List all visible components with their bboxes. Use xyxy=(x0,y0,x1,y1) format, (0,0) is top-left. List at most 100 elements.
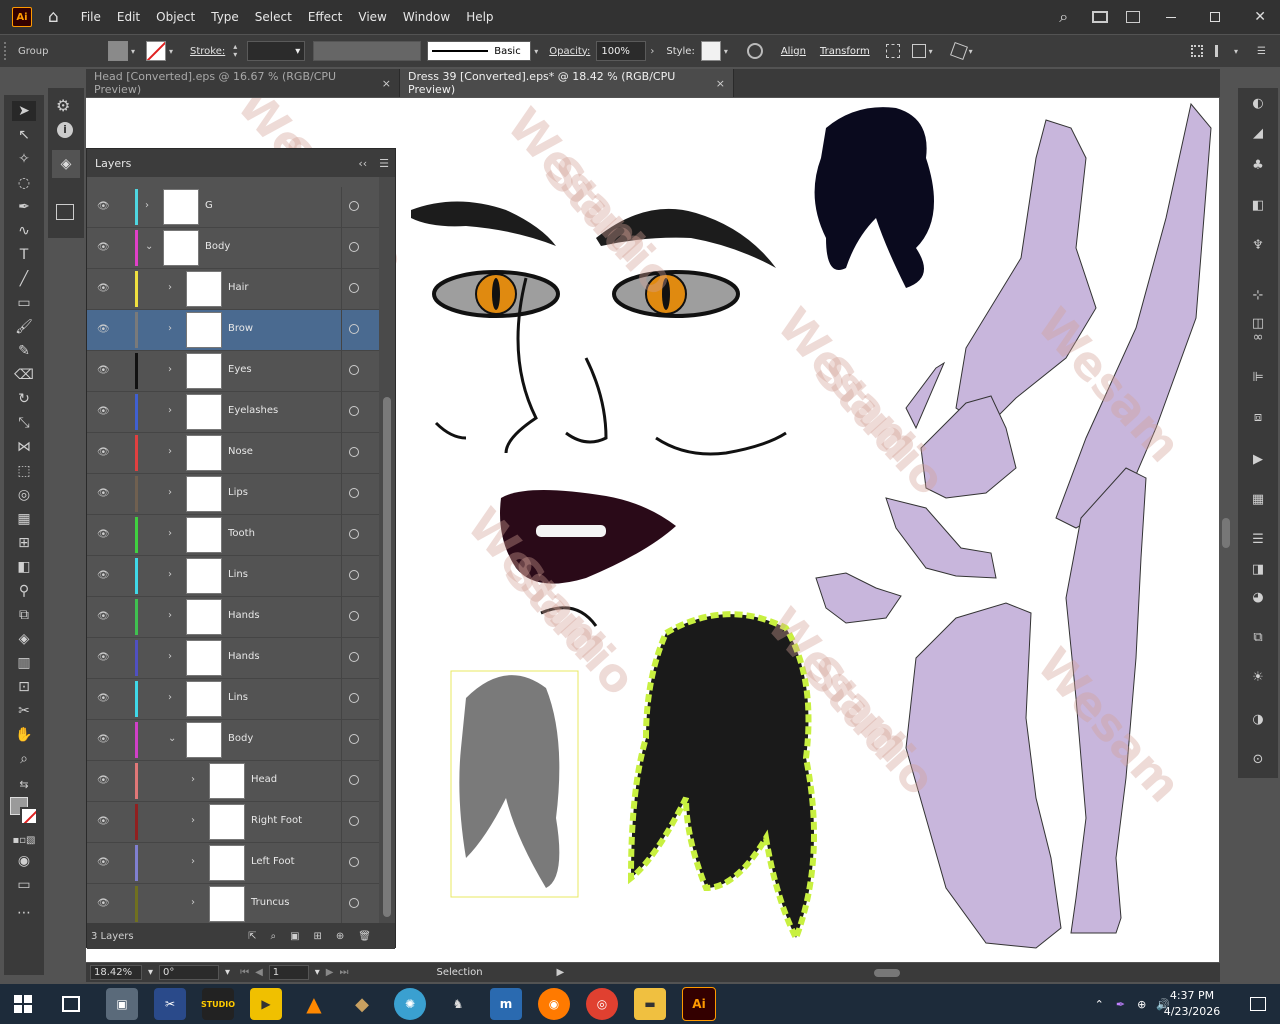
arrange-documents-icon[interactable] xyxy=(1092,11,1109,23)
opacity-field[interactable]: 100% xyxy=(596,41,647,61)
layers-tab[interactable]: Layers xyxy=(95,157,131,170)
layer-name[interactable]: Lins xyxy=(228,692,248,703)
chevron-down-icon[interactable]: ▾ xyxy=(315,967,320,978)
pen-tool-icon[interactable]: ✒ xyxy=(12,197,36,217)
draw-mode-icon[interactable]: ◉ xyxy=(12,851,36,871)
layer-name[interactable]: Truncus xyxy=(251,897,289,908)
menu-object[interactable]: Object xyxy=(148,10,203,24)
eyedropper-tool-icon[interactable]: ⚲ xyxy=(12,581,36,601)
info-icon[interactable]: i xyxy=(57,122,73,138)
new-sublayer-icon[interactable]: ⊞ xyxy=(314,931,322,942)
layer-name[interactable]: Eyelashes xyxy=(228,405,278,416)
hand-tool-icon[interactable]: ✋ xyxy=(12,725,36,745)
canvas-scrollbar-horizontal[interactable] xyxy=(578,967,1220,979)
tab-dress-document[interactable]: Dress 39 [Converted].eps* @ 18.42 % (RGB… xyxy=(400,69,734,97)
player-app-icon[interactable]: ▶ xyxy=(250,988,282,1020)
panel-menu-icon[interactable]: ☰ xyxy=(379,157,389,170)
layer-target-icon[interactable] xyxy=(349,447,359,457)
layers-scrollbar[interactable] xyxy=(379,177,395,929)
links-icon[interactable]: ∞ xyxy=(1246,328,1270,348)
gear-icon[interactable]: ⚙ xyxy=(56,96,70,115)
menu-edit[interactable]: Edit xyxy=(109,10,148,24)
layer-row[interactable]: 👁 › Lins xyxy=(87,679,379,720)
symbol-sprayer-icon[interactable]: ◈ xyxy=(12,629,36,649)
search-icon[interactable]: ⌕ xyxy=(1059,7,1068,27)
fill-stroke-swatches[interactable] xyxy=(10,797,40,827)
store-app-icon[interactable]: m xyxy=(490,988,522,1020)
chevron-right-icon[interactable]: › xyxy=(168,569,172,580)
media-app-icon[interactable]: ♞ xyxy=(442,988,474,1020)
align-panel-icon[interactable]: ⊫ xyxy=(1246,368,1270,388)
chrome-icon[interactable]: ◎ xyxy=(586,988,618,1020)
scale-tool-icon[interactable]: ⤡ xyxy=(12,413,36,433)
layer-target-icon[interactable] xyxy=(349,488,359,498)
windows-start-icon[interactable] xyxy=(14,995,32,1013)
clipping-mask-icon[interactable]: ▣ xyxy=(290,931,299,942)
chevron-right-icon[interactable]: › xyxy=(191,815,195,826)
layer-name[interactable]: Tooth xyxy=(228,528,255,539)
export-icon[interactable]: ⇱ xyxy=(248,931,256,942)
layer-target-icon[interactable] xyxy=(349,365,359,375)
chevron-right-icon[interactable]: › xyxy=(168,692,172,703)
chevron-right-icon[interactable]: › xyxy=(168,446,172,457)
align-link[interactable]: Align xyxy=(781,46,806,57)
menu-help[interactable]: Help xyxy=(458,10,501,24)
layer-row[interactable]: 👁 › Left Foot xyxy=(87,843,379,884)
zoom-tool-icon[interactable]: ⌕ xyxy=(12,749,36,769)
layer-row[interactable]: 👁 › Head xyxy=(87,761,379,802)
distribute-icon[interactable] xyxy=(1215,45,1227,57)
chevron-down-icon[interactable]: ▾ xyxy=(1231,47,1241,56)
graph-tool-icon[interactable]: ▥ xyxy=(12,653,36,673)
opacity-arrow-icon[interactable]: › xyxy=(650,46,654,57)
gradient-tool-icon[interactable]: ◧ xyxy=(12,557,36,577)
transform-panel-icon[interactable]: ⊹ xyxy=(1246,286,1270,306)
brush-definition-field[interactable]: Basic xyxy=(427,41,532,61)
layer-row[interactable]: 👁 ⌄ Body xyxy=(87,720,379,761)
isolate-group-icon[interactable] xyxy=(885,44,900,58)
color-guide-icon[interactable]: ◢ xyxy=(1246,124,1270,144)
layer-target-icon[interactable] xyxy=(349,775,359,785)
next-artboard-icon[interactable]: ▶ xyxy=(326,967,334,978)
chevron-right-icon[interactable]: › xyxy=(168,610,172,621)
layer-row[interactable]: 👁 ⌄ Body xyxy=(87,228,379,269)
chevron-right-icon[interactable]: › xyxy=(191,897,195,908)
previous-artboard-icon[interactable]: ◀ xyxy=(255,967,263,978)
connectivity-app-icon[interactable]: ✺ xyxy=(394,988,426,1020)
eraser-tool-icon[interactable]: ⌫ xyxy=(12,365,36,385)
graphic-styles-icon[interactable]: ◑ xyxy=(1246,710,1270,730)
direct-selection-tool-icon[interactable]: ↖ xyxy=(12,125,36,145)
chevron-down-icon[interactable]: ▾ xyxy=(531,47,541,56)
layer-row[interactable]: 👁 › Right Foot xyxy=(87,802,379,843)
close-window-icon[interactable]: ✕ xyxy=(1254,9,1266,25)
layer-name[interactable]: Lips xyxy=(228,487,248,498)
layer-name[interactable]: Body xyxy=(228,733,253,744)
layer-name[interactable]: Hands xyxy=(228,651,260,662)
pathfinder-squares-icon[interactable]: ⧈ xyxy=(1246,408,1270,428)
layer-row[interactable]: 👁 › Hands xyxy=(87,638,379,679)
brushes-icon[interactable]: ♆ xyxy=(1246,236,1270,256)
chevron-right-icon[interactable]: › xyxy=(168,528,172,539)
stroke-weight-field[interactable]: ▾ xyxy=(247,41,306,61)
magic-wand-icon[interactable]: ✧ xyxy=(12,149,36,169)
swatches-icon[interactable]: ♣ xyxy=(1246,156,1270,176)
layer-name[interactable]: Head xyxy=(251,774,277,785)
artboards-panel-icon[interactable]: ▦ xyxy=(1246,490,1270,510)
blend-tool-icon[interactable]: ⧉ xyxy=(12,605,36,625)
delete-layer-icon[interactable]: 🗑 xyxy=(358,931,371,942)
layer-row[interactable]: 👁 › Lips xyxy=(87,474,379,515)
workspace-icon[interactable] xyxy=(1126,11,1141,23)
chevron-right-icon[interactable]: › xyxy=(168,282,172,293)
artboards-icon[interactable] xyxy=(56,204,74,220)
canvas-scrollbar-vertical[interactable] xyxy=(1219,98,1235,962)
network-icon[interactable]: ⊕ xyxy=(1137,998,1146,1011)
layer-target-icon[interactable] xyxy=(349,898,359,908)
close-icon[interactable]: × xyxy=(716,77,725,90)
panel-menu-icon[interactable]: ☰ xyxy=(1257,46,1266,57)
file-explorer-icon[interactable]: ▬ xyxy=(634,988,666,1020)
visibility-eye-icon[interactable]: 👁 xyxy=(97,447,110,458)
lasso-icon[interactable]: ◌ xyxy=(12,173,36,193)
layer-name[interactable]: Right Foot xyxy=(251,815,302,826)
appearance-icon[interactable]: ☀ xyxy=(1246,668,1270,688)
visibility-eye-icon[interactable]: 👁 xyxy=(97,488,110,499)
symbols-icon[interactable]: ◧ xyxy=(1246,196,1270,216)
